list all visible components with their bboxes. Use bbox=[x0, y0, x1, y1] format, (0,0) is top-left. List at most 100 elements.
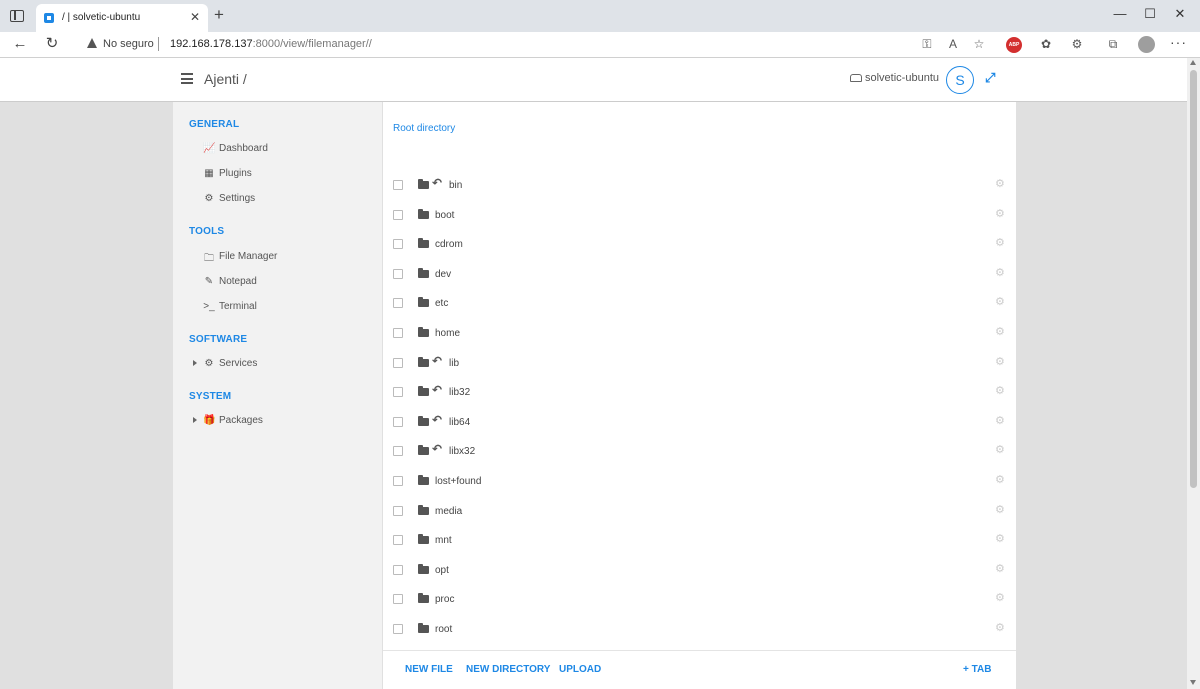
sidebar-item-plugins[interactable]: ▦ Plugins bbox=[203, 166, 373, 184]
tab-actions-icon[interactable] bbox=[10, 10, 24, 22]
new-tab-icon[interactable]: + bbox=[214, 6, 224, 24]
scroll-down-icon[interactable] bbox=[1190, 680, 1196, 685]
scroll-up-icon[interactable] bbox=[1190, 60, 1196, 65]
file-row[interactable]: etc ⚙ bbox=[383, 288, 1016, 317]
not-secure-label[interactable]: No seguro bbox=[103, 38, 154, 50]
adblock-icon[interactable]: ABP bbox=[1006, 37, 1022, 53]
file-name[interactable]: boot bbox=[435, 210, 454, 221]
brand-title[interactable]: Ajenti / bbox=[204, 71, 247, 87]
collections-icon[interactable]: ⧉ bbox=[1104, 37, 1122, 52]
file-name[interactable]: libx32 bbox=[449, 446, 475, 457]
file-name[interactable]: cdrom bbox=[435, 239, 463, 250]
breadcrumb-root[interactable]: Root directory bbox=[393, 123, 455, 134]
row-checkbox[interactable] bbox=[393, 387, 403, 398]
caret-right-icon[interactable] bbox=[193, 360, 197, 366]
back-icon[interactable]: ← bbox=[10, 35, 30, 53]
fullscreen-icon[interactable]: ⤢ bbox=[985, 70, 995, 86]
file-row[interactable]: ↶ bin ⚙ bbox=[383, 170, 1016, 199]
file-name[interactable]: lost+found bbox=[435, 476, 481, 487]
menu-icon[interactable] bbox=[181, 73, 193, 84]
file-name[interactable]: opt bbox=[435, 565, 449, 576]
sidebar-item-file-manager[interactable]: 🗀 File Manager bbox=[203, 249, 373, 267]
file-row[interactable]: ↶ lib64 ⚙ bbox=[383, 407, 1016, 436]
row-checkbox[interactable] bbox=[393, 505, 403, 516]
more-icon[interactable]: ··· bbox=[1170, 34, 1187, 50]
file-row[interactable]: root ⚙ bbox=[383, 614, 1016, 643]
file-name[interactable]: lib bbox=[449, 358, 459, 369]
row-checkbox[interactable] bbox=[393, 328, 403, 338]
file-name[interactable]: dev bbox=[435, 269, 451, 280]
warning-icon[interactable] bbox=[87, 38, 97, 48]
row-checkbox[interactable] bbox=[393, 298, 403, 309]
file-row[interactable]: mnt ⚙ bbox=[383, 525, 1016, 554]
row-checkbox[interactable] bbox=[393, 180, 403, 190]
row-checkbox[interactable] bbox=[393, 624, 403, 634]
file-name[interactable]: lib64 bbox=[449, 417, 470, 428]
sidebar-item-terminal[interactable]: >_ Terminal bbox=[203, 299, 373, 317]
file-row[interactable]: home ⚙ bbox=[383, 318, 1016, 347]
file-name[interactable]: bin bbox=[449, 180, 462, 191]
extension-icon[interactable]: ✿ bbox=[1037, 37, 1055, 51]
file-name[interactable]: etc bbox=[435, 298, 448, 309]
gear-icon[interactable]: ⚙ bbox=[995, 384, 1005, 397]
add-tab-button[interactable]: + TAB bbox=[963, 664, 991, 675]
favorites-icon[interactable]: ☆ bbox=[970, 37, 988, 51]
row-checkbox[interactable] bbox=[393, 209, 403, 220]
row-checkbox[interactable] bbox=[393, 476, 403, 486]
sidebar-item-notepad[interactable]: ✎ Notepad bbox=[203, 274, 373, 292]
read-aloud-icon[interactable]: A bbox=[944, 37, 962, 51]
new-file-button[interactable]: NEW FILE bbox=[405, 664, 453, 675]
row-checkbox[interactable] bbox=[393, 446, 403, 457]
gear-icon[interactable]: ⚙ bbox=[995, 414, 1005, 427]
file-row[interactable]: boot ⚙ bbox=[383, 200, 1016, 229]
file-row[interactable]: dev ⚙ bbox=[383, 259, 1016, 288]
file-row[interactable]: ↶ libx32 ⚙ bbox=[383, 436, 1016, 465]
gear-icon[interactable]: ⚙ bbox=[995, 266, 1005, 279]
sidebar-item-dashboard[interactable]: 📈 Dashboard bbox=[203, 141, 373, 159]
row-checkbox[interactable] bbox=[393, 239, 403, 250]
file-row[interactable]: opt ⚙ bbox=[383, 555, 1016, 584]
row-checkbox[interactable] bbox=[393, 357, 403, 368]
row-checkbox[interactable] bbox=[393, 594, 403, 605]
file-name[interactable]: root bbox=[435, 624, 452, 635]
sidebar-item-packages[interactable]: 🎁 Packages bbox=[193, 413, 373, 431]
gear-icon[interactable]: ⚙ bbox=[995, 562, 1005, 575]
row-checkbox[interactable] bbox=[393, 535, 403, 546]
sidebar-item-services[interactable]: ⚙ Services bbox=[193, 356, 373, 374]
row-checkbox[interactable] bbox=[393, 564, 403, 575]
user-avatar[interactable]: S bbox=[946, 66, 974, 94]
reload-icon[interactable]: ↻ bbox=[42, 35, 62, 53]
caret-right-icon[interactable] bbox=[193, 417, 197, 423]
gear-icon[interactable]: ⚙ bbox=[995, 177, 1005, 190]
close-window-icon[interactable]: ✕ bbox=[1170, 6, 1190, 22]
row-checkbox[interactable] bbox=[393, 416, 403, 427]
close-tab-icon[interactable]: ✕ bbox=[190, 10, 200, 24]
file-name[interactable]: lib32 bbox=[449, 387, 470, 398]
gear-icon[interactable]: ⚙ bbox=[995, 325, 1005, 338]
minimize-icon[interactable]: — bbox=[1110, 6, 1130, 21]
gear-icon[interactable]: ⚙ bbox=[995, 295, 1005, 308]
upload-button[interactable]: UPLOAD bbox=[559, 664, 601, 675]
file-name[interactable]: home bbox=[435, 328, 460, 339]
gear-icon[interactable]: ⚙ bbox=[995, 473, 1005, 486]
file-row[interactable]: cdrom ⚙ bbox=[383, 229, 1016, 258]
file-name[interactable]: media bbox=[435, 506, 462, 517]
browser-tab[interactable]: / | solvetic-ubuntu ✕ bbox=[36, 4, 208, 32]
gear-icon[interactable]: ⚙ bbox=[995, 355, 1005, 368]
file-row[interactable]: ↶ lib ⚙ bbox=[383, 348, 1016, 377]
extensions-icon[interactable]: ⚙ bbox=[1068, 37, 1086, 51]
gear-icon[interactable]: ⚙ bbox=[995, 532, 1005, 545]
key-icon[interactable]: ⚿ bbox=[918, 37, 936, 52]
gear-icon[interactable]: ⚙ bbox=[995, 503, 1005, 516]
new-directory-button[interactable]: NEW DIRECTORY bbox=[466, 664, 550, 675]
gear-icon[interactable]: ⚙ bbox=[995, 621, 1005, 634]
file-name[interactable]: proc bbox=[435, 594, 454, 605]
gear-icon[interactable]: ⚙ bbox=[995, 207, 1005, 220]
gear-icon[interactable]: ⚙ bbox=[995, 236, 1005, 249]
profile-avatar[interactable] bbox=[1138, 36, 1155, 53]
page-scrollbar[interactable] bbox=[1187, 58, 1200, 689]
row-checkbox[interactable] bbox=[393, 268, 403, 279]
gear-icon[interactable]: ⚙ bbox=[995, 443, 1005, 456]
file-row[interactable]: media ⚙ bbox=[383, 496, 1016, 525]
url-input[interactable]: 192.168.178.137:8000/view/filemanager// bbox=[170, 38, 372, 50]
